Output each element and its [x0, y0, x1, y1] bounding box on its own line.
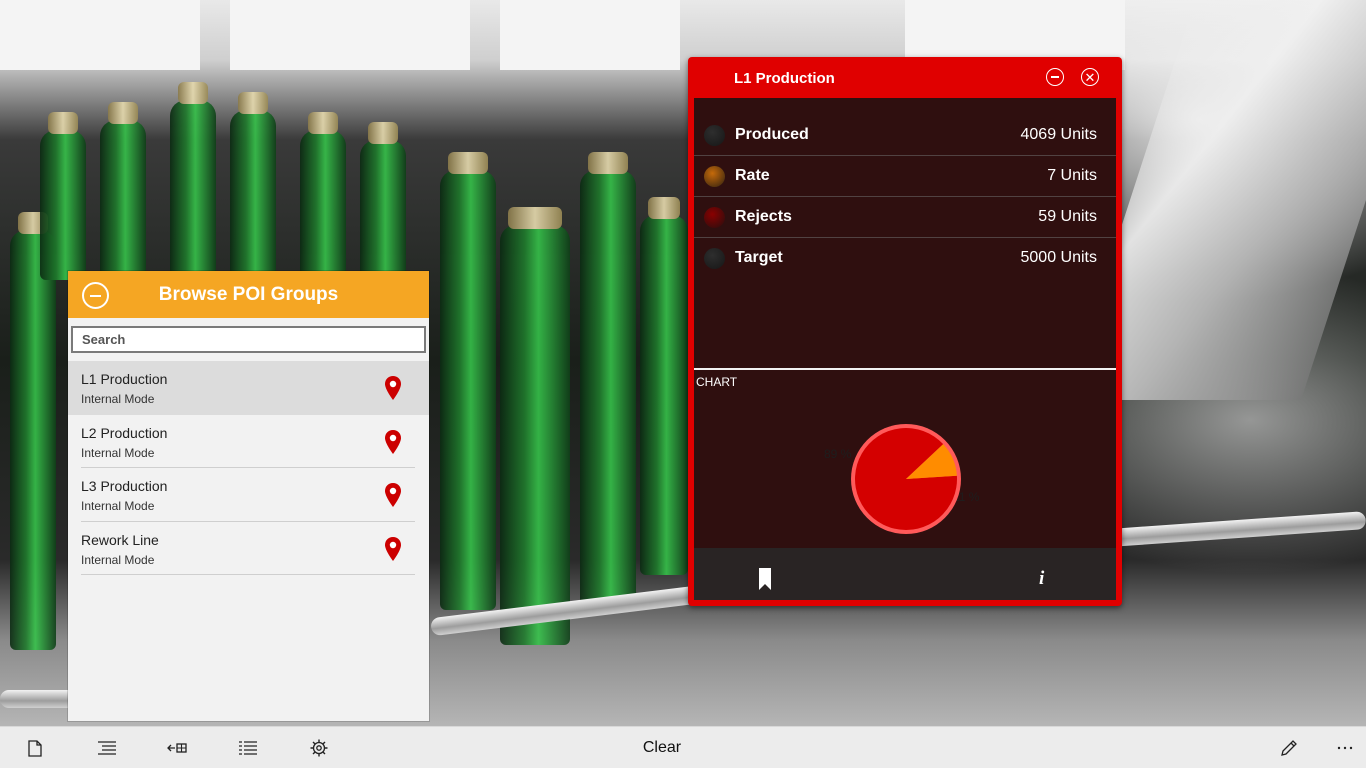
back-grid-button[interactable] — [162, 727, 192, 768]
back-grid-icon — [167, 743, 187, 753]
minus-icon — [90, 294, 101, 297]
new-document-button[interactable] — [20, 727, 50, 768]
app-bar: Clear — [0, 726, 1366, 768]
metric-value: 5000 Units — [1020, 249, 1098, 266]
list-icon — [239, 740, 257, 755]
info-icon[interactable]: i — [1039, 568, 1044, 590]
poi-name: L1 Production — [81, 371, 168, 387]
metric-row-target: Target 5000 Units — [694, 238, 1116, 279]
list-item[interactable]: L3 Production Internal Mode — [68, 468, 429, 522]
map-pin-icon[interactable] — [384, 429, 402, 454]
pie-slice-label: 89 % — [824, 447, 852, 461]
list-item[interactable]: L2 Production Internal Mode — [68, 415, 429, 468]
settings-button[interactable] — [304, 727, 334, 768]
poi-name: L3 Production — [81, 478, 168, 494]
pie-chart — [851, 424, 961, 534]
poi-groups-panel: Browse POI Groups L1 Production Internal… — [68, 271, 429, 721]
edit-icon — [1281, 740, 1297, 756]
production-panel-footer: i — [694, 548, 1116, 600]
map-pin-icon[interactable] — [384, 536, 402, 561]
production-panel: L1 Production ✕ Produced 4069 Units Rate… — [688, 57, 1122, 606]
list-item[interactable]: L1 Production Internal Mode — [68, 361, 429, 415]
status-dot-icon — [704, 248, 725, 269]
clear-button[interactable]: Clear — [620, 727, 704, 768]
clear-label: Clear — [642, 739, 682, 756]
poi-name: L2 Production — [81, 424, 168, 441]
status-dot-icon — [704, 166, 725, 187]
poi-panel-header: Browse POI Groups — [68, 271, 429, 318]
metric-label: Rate — [735, 167, 770, 184]
poi-mode: Internal Mode — [81, 552, 155, 567]
poi-panel-title: Browse POI Groups — [158, 283, 339, 305]
metric-value: 7 Units — [1047, 167, 1097, 184]
collapse-panel-button[interactable] — [82, 282, 109, 309]
production-panel-title: L1 Production — [734, 70, 835, 87]
more-button[interactable] — [1330, 727, 1360, 768]
status-dot-icon — [704, 125, 725, 146]
bookmark-icon[interactable] — [759, 568, 771, 590]
more-icon — [1337, 746, 1353, 750]
close-icon: ✕ — [1084, 69, 1096, 85]
metric-label: Target — [735, 249, 783, 266]
poi-list: L1 Production Internal Mode L2 Productio… — [68, 361, 429, 575]
minus-icon — [1051, 76, 1059, 78]
settings-icon — [310, 739, 328, 757]
production-panel-body: Produced 4069 Units Rate 7 Units Rejects… — [694, 98, 1116, 600]
list-button[interactable] — [233, 727, 263, 768]
metric-label: Rejects — [735, 208, 792, 225]
minimize-button[interactable] — [1046, 68, 1064, 86]
close-button[interactable]: ✕ — [1081, 68, 1099, 86]
poi-mode: Internal Mode — [81, 445, 155, 460]
list-item[interactable]: Rework Line Internal Mode — [68, 522, 429, 575]
new-document-icon — [28, 739, 42, 757]
search-input[interactable] — [71, 326, 426, 353]
map-pin-icon[interactable] — [384, 376, 402, 400]
metric-row-rejects: Rejects 59 Units — [694, 197, 1116, 238]
metric-row-rate: Rate 7 Units — [694, 156, 1116, 197]
poi-mode: Internal Mode — [81, 499, 155, 513]
edit-button[interactable] — [1274, 727, 1304, 768]
poi-mode: Internal Mode — [81, 392, 155, 406]
metric-label: Produced — [735, 126, 809, 143]
chart-divider — [694, 368, 1116, 370]
metric-row-produced: Produced 4069 Units — [694, 115, 1116, 156]
status-dot-icon — [704, 207, 725, 228]
indent-list-icon — [98, 741, 116, 755]
chart-section-label: CHART — [696, 375, 738, 389]
metric-value: 59 Units — [1038, 208, 1097, 225]
indent-list-button[interactable] — [92, 727, 122, 768]
poi-name: Rework Line — [81, 531, 159, 548]
metric-value: 4069 Units — [1020, 126, 1098, 143]
map-pin-icon[interactable] — [384, 483, 402, 507]
